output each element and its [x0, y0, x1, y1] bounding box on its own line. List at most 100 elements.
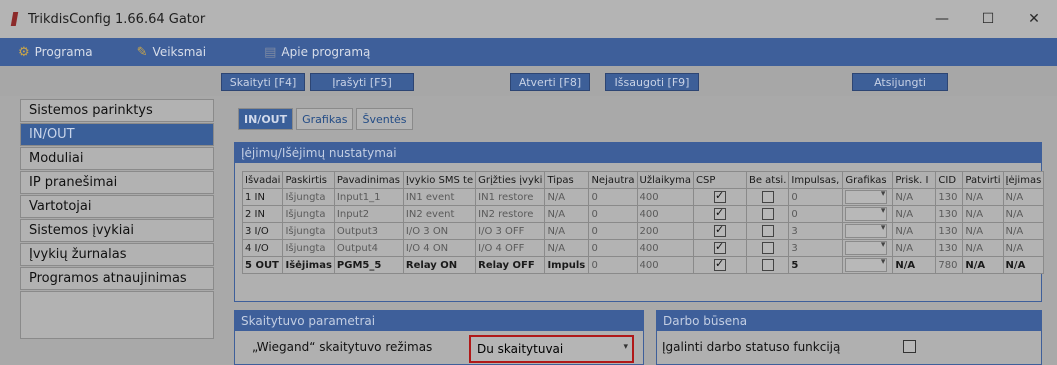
cell-impulse[interactable]: 0: [788, 188, 844, 206]
be-checkbox[interactable]: [761, 225, 774, 237]
be-checkbox[interactable]: [761, 259, 774, 271]
wiegand-mode-select[interactable]: Du skaitytuvai ▾: [469, 335, 634, 363]
tab-in-out[interactable]: IN/OUT: [238, 108, 294, 130]
cell-delay[interactable]: 400: [636, 239, 694, 257]
cell-insensitivity[interactable]: 0: [588, 239, 638, 257]
cell-name[interactable]: Output4: [333, 239, 404, 257]
be-checkbox[interactable]: [761, 242, 774, 254]
schedule-dropdown[interactable]: [845, 241, 888, 255]
cell-prisk[interactable]: N/A: [892, 256, 937, 274]
cell-event[interactable]: IN2 event: [402, 205, 477, 223]
cell-restore[interactable]: IN2 restore: [475, 205, 546, 223]
cell-event[interactable]: I/O 4 ON: [402, 239, 477, 257]
write-button[interactable]: Įrašyti [F5]: [310, 73, 414, 91]
cell-event[interactable]: IN1 event: [402, 188, 477, 206]
schedule-dropdown[interactable]: [845, 224, 888, 238]
cell-ieji[interactable]: N/A: [1002, 239, 1045, 257]
csp-checkbox[interactable]: [713, 241, 726, 254]
cell-insensitivity[interactable]: 0: [588, 256, 638, 274]
cell-restore[interactable]: I/O 3 OFF: [475, 222, 546, 240]
menu-veiksmai[interactable]: ✎ Veiksmai: [137, 45, 206, 60]
cell-cid[interactable]: 780: [935, 256, 964, 274]
cell-impulse[interactable]: 5: [788, 256, 844, 274]
be-checkbox[interactable]: [761, 191, 774, 203]
cell-type[interactable]: N/A: [544, 239, 590, 257]
cell-delay[interactable]: 200: [636, 222, 694, 240]
read-button[interactable]: Skaityti [F4]: [221, 73, 305, 91]
cell-event[interactable]: Relay ON: [402, 256, 477, 274]
cell-type[interactable]: N/A: [544, 205, 590, 223]
tab-holidays[interactable]: Šventės: [356, 108, 413, 130]
cell-patv[interactable]: N/A: [962, 205, 1004, 223]
sidebar-item-system-options[interactable]: Sistemos parinktys: [20, 99, 214, 122]
table-row[interactable]: 5 OUT Išėjimas PGM5_5 Relay ON Relay OFF…: [241, 256, 1045, 274]
cell-prisk[interactable]: N/A: [892, 205, 937, 223]
cell-purpose[interactable]: Išėjimas: [282, 256, 335, 274]
maximize-button[interactable]: ☐: [965, 0, 1011, 38]
cell-insensitivity[interactable]: 0: [588, 205, 638, 223]
cell-name[interactable]: Input1_1: [333, 188, 404, 206]
cell-event[interactable]: I/O 3 ON: [402, 222, 477, 240]
sidebar-item-users[interactable]: Vartotojai: [20, 195, 214, 218]
be-checkbox[interactable]: [761, 208, 774, 220]
sidebar-item-system-events[interactable]: Sistemos įvykiai: [20, 219, 214, 242]
cell-prisk[interactable]: N/A: [892, 188, 937, 206]
cell-impulse[interactable]: 3: [788, 222, 844, 240]
csp-checkbox[interactable]: [713, 190, 726, 203]
cell-prisk[interactable]: N/A: [892, 239, 937, 257]
table-row[interactable]: 4 I/O Išjungta Output4 I/O 4 ON I/O 4 OF…: [241, 239, 1045, 257]
cell-ieji[interactable]: N/A: [1002, 205, 1045, 223]
cell-purpose[interactable]: Išjungta: [282, 222, 335, 240]
cell-patv[interactable]: N/A: [962, 256, 1004, 274]
cell-patv[interactable]: N/A: [962, 222, 1004, 240]
cell-insensitivity[interactable]: 0: [588, 188, 638, 206]
close-button[interactable]: ✕: [1011, 0, 1057, 38]
cell-ieji[interactable]: N/A: [1002, 222, 1045, 240]
schedule-dropdown[interactable]: [845, 190, 888, 204]
csp-checkbox[interactable]: [713, 224, 726, 237]
minimize-button[interactable]: —: [919, 0, 965, 38]
disconnect-button[interactable]: Atsijungti: [852, 73, 948, 91]
cell-name[interactable]: Input2: [333, 205, 404, 223]
save-button[interactable]: Išsaugoti [F9]: [605, 73, 699, 91]
work-status-enable-checkbox[interactable]: [903, 340, 916, 353]
cell-purpose[interactable]: Išjungta: [282, 239, 335, 257]
cell-restore[interactable]: IN1 restore: [475, 188, 546, 206]
cell-ieji[interactable]: N/A: [1002, 256, 1045, 274]
cell-cid[interactable]: 130: [935, 239, 964, 257]
cell-restore[interactable]: I/O 4 OFF: [475, 239, 546, 257]
cell-type[interactable]: N/A: [544, 188, 590, 206]
cell-patv[interactable]: N/A: [962, 188, 1004, 206]
cell-insensitivity[interactable]: 0: [588, 222, 638, 240]
cell-patv[interactable]: N/A: [962, 239, 1004, 257]
cell-impulse[interactable]: 3: [788, 239, 844, 257]
sidebar-item-modules[interactable]: Moduliai: [20, 147, 214, 170]
schedule-dropdown[interactable]: [845, 207, 888, 221]
table-row[interactable]: 1 IN Išjungta Input1_1 IN1 event IN1 res…: [241, 188, 1045, 206]
cell-name[interactable]: Output3: [333, 222, 404, 240]
csp-checkbox[interactable]: [713, 258, 726, 271]
cell-name[interactable]: PGM5_5: [333, 256, 404, 274]
cell-type[interactable]: N/A: [544, 222, 590, 240]
cell-delay[interactable]: 400: [636, 188, 694, 206]
cell-delay[interactable]: 400: [636, 205, 694, 223]
cell-purpose[interactable]: Išjungta: [282, 205, 335, 223]
cell-cid[interactable]: 130: [935, 205, 964, 223]
cell-impulse[interactable]: 0: [788, 205, 844, 223]
csp-checkbox[interactable]: [713, 207, 726, 220]
menu-programa[interactable]: ⚙ Programa: [18, 45, 93, 60]
cell-restore[interactable]: Relay OFF: [475, 256, 546, 274]
sidebar-item-firmware-update[interactable]: Programos atnaujinimas: [20, 267, 214, 290]
table-row[interactable]: 2 IN Išjungta Input2 IN2 event IN2 resto…: [241, 205, 1045, 223]
sidebar-item-event-log[interactable]: Įvykių žurnalas: [20, 243, 214, 266]
cell-purpose[interactable]: Išjungta: [282, 188, 335, 206]
cell-type[interactable]: Impuls: [544, 256, 590, 274]
open-button[interactable]: Atverti [F8]: [510, 73, 590, 91]
table-row[interactable]: 3 I/O Išjungta Output3 I/O 3 ON I/O 3 OF…: [241, 222, 1045, 240]
cell-cid[interactable]: 130: [935, 188, 964, 206]
cell-cid[interactable]: 130: [935, 222, 964, 240]
tab-schedule[interactable]: Grafikas: [296, 108, 354, 130]
schedule-dropdown[interactable]: [845, 258, 888, 272]
menu-apie[interactable]: ▤ Apie programą: [264, 45, 370, 60]
cell-prisk[interactable]: N/A: [892, 222, 937, 240]
